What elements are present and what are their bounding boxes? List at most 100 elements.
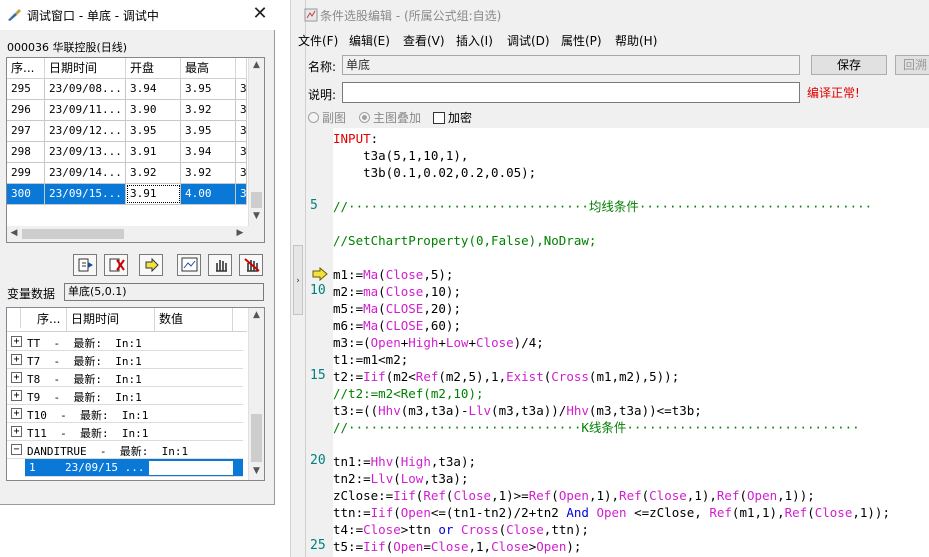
code-token: ttn:= — [333, 505, 371, 520]
col-high[interactable]: 最高 — [181, 58, 236, 78]
sub-chart-radio[interactable]: 副图 — [308, 109, 346, 126]
close-icon[interactable]: ✕ — [248, 3, 272, 25]
cell-seq: 300 — [7, 184, 45, 204]
tree-row[interactable]: − DANDITRUE - 最新: In:1 — [7, 441, 243, 459]
cell-datetime: 23/09/14... — [45, 163, 126, 183]
code-line: //·······························K线条件···… — [333, 419, 860, 436]
line-gutter: 5 10 15 20 25 — [306, 128, 333, 557]
col-open[interactable]: 开盘 — [126, 58, 181, 78]
menu-help[interactable]: 帮助(H) — [615, 32, 657, 49]
code-token: : — [370, 131, 379, 146]
tree-row[interactable]: + T9 - 最新: In:1 — [7, 387, 243, 405]
scroll-down-icon[interactable]: ▼ — [249, 211, 264, 221]
expand-icon[interactable]: + — [11, 336, 22, 347]
run-arrow-icon[interactable] — [139, 254, 163, 276]
save-button[interactable]: 保存 — [811, 55, 887, 75]
stop-debug-icon[interactable] — [104, 254, 128, 276]
cell-datetime: 23/09/13... — [45, 142, 126, 162]
menu-file[interactable]: 文件(F) — [298, 32, 338, 49]
table-row[interactable]: 296 23/09/11... 3.90 3.92 3 — [7, 100, 247, 121]
tree-row[interactable]: + T11 - 最新: In:1 — [7, 423, 243, 441]
code-token: or — [438, 522, 454, 537]
backtest-button[interactable]: 回溯 — [895, 55, 929, 75]
name-field[interactable]: 单底 — [342, 55, 800, 75]
expand-icon[interactable]: + — [11, 354, 22, 365]
code-token: Ref — [528, 488, 552, 503]
code-token: (m3,t3a)- — [400, 403, 469, 418]
main-overlay-radio[interactable]: 主图叠加 — [359, 109, 421, 126]
cell-high: 3.94 — [181, 142, 236, 162]
table-row[interactable]: 299 23/09/14... 3.92 3.92 3 — [7, 163, 247, 184]
var-table[interactable]: 序... 日期时间 数值 + TT - 最新: In:1 + T7 - 最新: In:… — [6, 307, 265, 481]
code-token: (m1,m2),5)); — [588, 369, 680, 384]
code-token: Hhv — [378, 403, 401, 418]
tree-row[interactable]: + T10 - 最新: In:1 — [7, 405, 243, 423]
hand-icon[interactable] — [208, 254, 232, 276]
code-token: t3a(5,1,10,1), — [333, 148, 469, 163]
hand-stop-icon[interactable] — [239, 254, 263, 276]
var-data-field[interactable]: 单底(5,0.1) — [64, 283, 264, 301]
scroll-thumb[interactable] — [251, 414, 262, 462]
code-token: t3b(0.1,0.02,0.2,0.05); — [333, 165, 537, 180]
code-token: //t2:=m2<Ref(m2,10); — [333, 386, 484, 401]
scroll-up-icon[interactable]: ▲ — [249, 60, 264, 70]
col-seq[interactable]: 序... — [21, 308, 67, 331]
scroll-up-icon[interactable]: ▲ — [249, 310, 264, 320]
code-editor[interactable]: INPUT: t3a(5,1,10,1), t3b(0.1,0.02,0.2,0… — [333, 128, 929, 557]
code-token: High — [400, 454, 431, 469]
menu-edit[interactable]: 编辑(E) — [349, 32, 390, 49]
tree-row[interactable]: + T8 - 最新: In:1 — [7, 369, 243, 387]
expand-icon[interactable]: + — [11, 426, 22, 437]
price-table-vscroll[interactable]: ▲ ▼ — [248, 58, 264, 226]
code-token: zClose:= — [333, 488, 394, 503]
col-value[interactable]: 数值 — [155, 308, 233, 331]
code-token: ,1), — [686, 488, 717, 503]
menu-insert[interactable]: 插入(I) — [456, 32, 493, 49]
cell-extra: 3 — [236, 142, 247, 162]
expand-icon[interactable]: + — [11, 390, 22, 401]
collapse-icon[interactable]: − — [11, 444, 22, 455]
table-row[interactable]: 295 23/09/08... 3.94 3.95 3 — [7, 79, 247, 100]
code-token: Iif — [370, 505, 394, 520]
code-token: t1:=m1<m2; — [333, 352, 409, 367]
code-token: m2:= — [333, 284, 364, 299]
expand-icon[interactable]: + — [11, 372, 22, 383]
code-token: Ref — [784, 505, 808, 520]
encrypt-checkbox[interactable]: 加密 — [433, 109, 472, 126]
tree-row[interactable]: + T7 - 最新: In:1 — [7, 351, 243, 369]
scroll-thumb[interactable] — [251, 192, 262, 208]
splitter[interactable]: › — [290, 0, 306, 557]
col-extra[interactable] — [236, 58, 247, 78]
menu-debug[interactable]: 调试(D) — [507, 32, 550, 49]
code-token: Open — [400, 505, 431, 520]
hscroll-thumb[interactable] — [22, 229, 124, 239]
col-seq[interactable]: 序... — [7, 58, 45, 78]
checkbox-icon — [433, 112, 445, 124]
code-token: CLOSE — [385, 318, 424, 333]
price-table[interactable]: 序... 日期时间 开盘 最高 295 23/09/08... 3.94 3.95 3 2… — [6, 57, 265, 243]
chart-icon[interactable] — [177, 254, 201, 276]
table-row[interactable]: 298 23/09/13... 3.91 3.94 3 — [7, 142, 247, 163]
scroll-left-icon[interactable]: ◀ — [9, 228, 19, 238]
collapse-arrow-icon[interactable]: › — [293, 245, 303, 315]
code-line: t1:=m1<m2; — [333, 351, 408, 368]
expand-icon[interactable]: + — [11, 408, 22, 419]
menu-view[interactable]: 查看(V) — [403, 32, 445, 49]
price-table-hscroll[interactable]: ◀ ▶ — [7, 226, 264, 242]
editor-window-title: 条件选股编辑 - (所属公式组:自选) — [320, 9, 502, 23]
var-table-vscroll[interactable]: ▲ ▼ — [248, 308, 264, 480]
col-datetime[interactable]: 日期时间 — [67, 308, 155, 331]
scroll-down-icon[interactable]: ▼ — [249, 466, 264, 476]
table-row[interactable]: 297 23/09/12... 3.95 3.95 3 — [7, 121, 247, 142]
menu-properties[interactable]: 属性(P) — [561, 32, 602, 49]
tree-row-label: T9 - 最新: In:1 — [27, 391, 142, 404]
tree-row[interactable]: + TT - 最新: In:1 — [7, 333, 243, 351]
tree-child-row-selected[interactable]: 1 23/09/15 ... — [25, 459, 243, 477]
step-icon[interactable] — [73, 254, 97, 276]
table-row-selected[interactable]: 300 23/09/15... 3.91 4.00 3 — [7, 184, 247, 205]
description-field[interactable] — [342, 82, 800, 103]
code-token: Close — [363, 522, 401, 537]
scroll-right-icon[interactable]: ▶ — [235, 228, 245, 238]
col-datetime[interactable]: 日期时间 — [45, 58, 126, 78]
cell-datetime: 23/09/11... — [45, 100, 126, 120]
